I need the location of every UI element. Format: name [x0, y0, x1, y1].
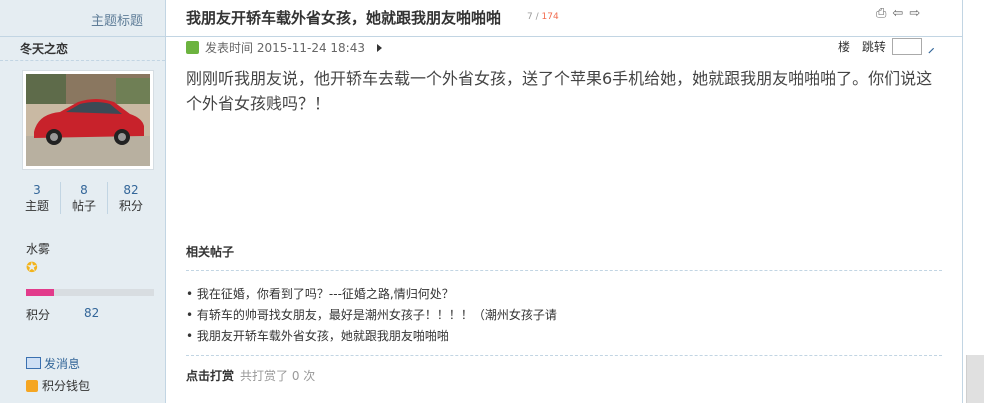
posted-label: 发表时间	[205, 41, 254, 55]
avatar-image	[26, 74, 150, 166]
stat-label: 主题	[24, 199, 49, 213]
author-name[interactable]: 冬天之恋	[20, 40, 68, 57]
jump-go-icon[interactable]: ⸝	[928, 38, 942, 56]
related-thread-link[interactable]: 我在征婚，你看到了吗？---征婚之路,情归何处？	[186, 284, 557, 305]
page-indicator: 7 / 174	[527, 12, 559, 22]
stat-threads[interactable]: 3 主题	[14, 182, 61, 214]
floor-jump: 楼 跳转	[838, 38, 886, 55]
send-message-label: 发消息	[44, 357, 81, 371]
author-stats: 3 主题 8 帖子 82 积分	[14, 182, 154, 214]
page-separator: /	[532, 12, 542, 22]
page-total[interactable]: 174	[542, 12, 559, 22]
stat-posts[interactable]: 8 帖子	[61, 182, 108, 214]
stat-value: 8	[80, 183, 88, 197]
avatar[interactable]	[22, 70, 154, 170]
post-body: 刚刚听我朋友说，他开轿车去载一个外省女孩，送了个苹果6手机给她，她就跟我朋友啪啪…	[186, 69, 933, 113]
prev-thread-icon[interactable]: ⇦	[892, 6, 909, 21]
related-thread-link[interactable]: 有轿车的帅哥找女朋友，最好是潮州女孩子！！！！（潮州女孩子请	[186, 305, 557, 326]
credit-progress-bar	[26, 289, 154, 296]
related-threads-title: 相关帖子	[186, 245, 235, 259]
sidebar-header: 主题标题	[0, 0, 165, 37]
floor-jump-input[interactable]	[892, 38, 922, 55]
divider	[0, 60, 165, 61]
stat-label: 积分	[118, 199, 143, 213]
thread-title[interactable]: 我朋友开轿车载外省女孩，她就跟我朋友啪啪啪	[186, 7, 501, 28]
thread-title-text: 我朋友开轿车载外省女孩，她就跟我朋友啪啪啪	[186, 9, 502, 27]
floor-label: 楼	[838, 40, 851, 54]
wallet-icon	[26, 380, 38, 392]
send-message-link[interactable]: 发消息	[26, 355, 80, 372]
divider	[186, 270, 942, 271]
divider	[186, 355, 942, 356]
header-divider	[166, 36, 962, 37]
stat-value: 82	[123, 183, 139, 197]
topic-title-label: 主题标题	[90, 14, 143, 29]
star-icon: ✪	[26, 260, 38, 276]
tip-button[interactable]: 点击打赏	[186, 369, 234, 383]
credit-row: 积分 82	[26, 306, 99, 323]
related-threads-list: 我在征婚，你看到了吗？---征婚之路,情归何处？ 有轿车的帅哥找女朋友，最好是潮…	[186, 284, 557, 347]
credit-progress-fill	[26, 289, 55, 296]
stat-value: 3	[33, 183, 41, 197]
tip-row: 点击打赏 共打赏了 0 次	[186, 367, 315, 384]
online-user-icon	[186, 41, 199, 54]
posted-time: 2015-11-24 18:43	[256, 41, 365, 55]
tip-count: 共打赏了 0 次	[240, 369, 316, 383]
user-group[interactable]: 水雾	[26, 240, 50, 257]
wallet-link[interactable]: 积分钱包	[26, 377, 90, 394]
envelope-icon	[26, 357, 41, 369]
stat-credits[interactable]: 82 积分	[108, 182, 154, 214]
wallet-label: 积分钱包	[42, 379, 91, 393]
side-scroll-widget[interactable]	[966, 355, 984, 403]
jump-label: 跳转	[861, 40, 886, 54]
credit-label: 积分	[26, 308, 51, 322]
author-sidebar: 主题标题 冬天之恋 3 主题 8 帖子 82 积分 水雾 ✪ 积分 82 发消息…	[0, 0, 166, 403]
credit-value: 82	[84, 306, 100, 320]
expand-arrow-icon[interactable]	[376, 44, 382, 52]
related-thread-link[interactable]: 我朋友开轿车载外省女孩，她就跟我朋友啪啪啪	[186, 326, 557, 347]
stat-label: 帖子	[71, 199, 96, 213]
thread-tools: ⎙⇦⇨	[876, 6, 926, 21]
next-thread-icon[interactable]: ⇨	[909, 6, 926, 21]
post-meta: 发表时间 2015-11-24 18:43	[186, 39, 382, 56]
print-icon[interactable]: ⎙	[876, 6, 892, 21]
